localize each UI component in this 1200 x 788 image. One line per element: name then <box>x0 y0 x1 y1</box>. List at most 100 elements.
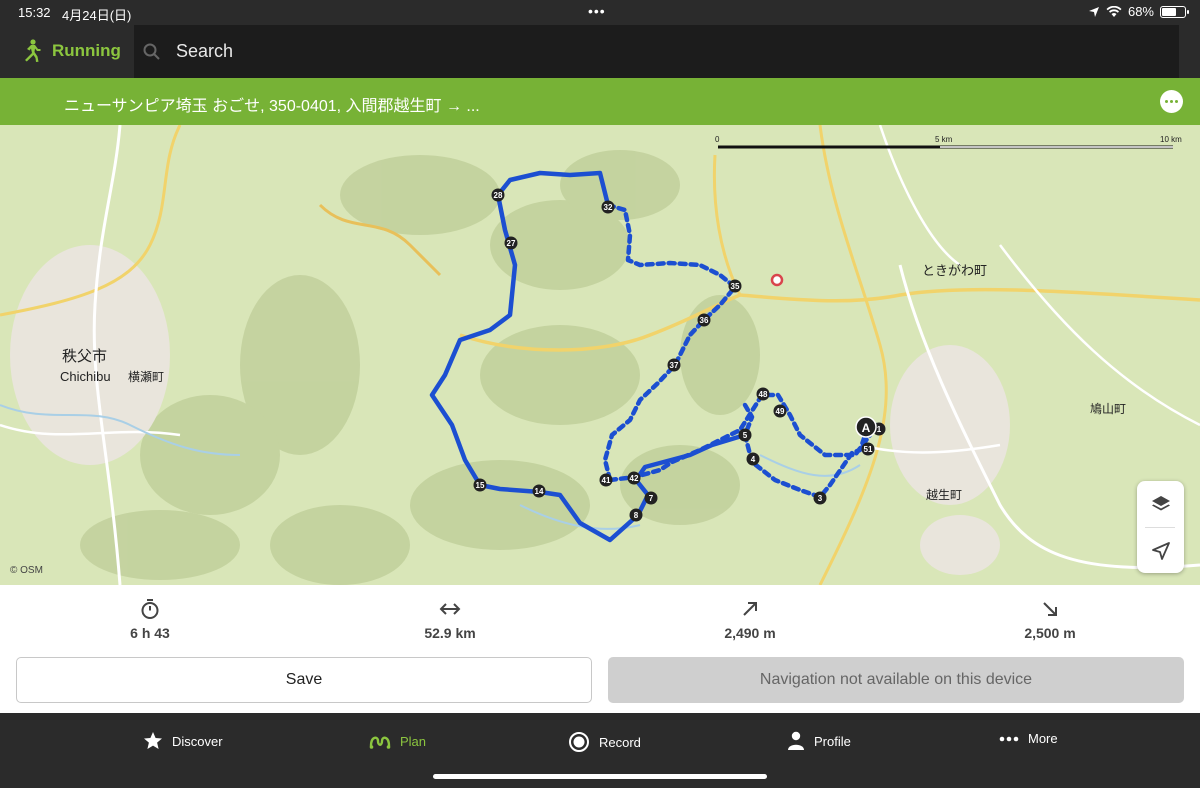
waypoint-49[interactable]: 49 <box>773 404 787 418</box>
stat-duration: 6 h 43 <box>0 597 300 641</box>
top-bar: Running <box>0 25 1200 78</box>
svg-text:3: 3 <box>818 494 823 503</box>
status-time: 15:32 <box>18 5 51 20</box>
status-indicators: 68% <box>1088 4 1189 19</box>
place-label-yokoze: 横瀬町 <box>128 370 164 384</box>
location-banner[interactable]: ニューサンピア埼玉 おごせ, 350-0401, 入間郡越生町 → ... <box>0 78 1200 125</box>
distance-arrows-icon <box>300 597 600 621</box>
ellipsis-icon <box>999 736 1019 741</box>
waypoint-4[interactable]: 4 <box>746 452 760 466</box>
start-marker-a[interactable]: A <box>855 416 877 438</box>
tab-profile[interactable]: Profile <box>787 731 851 751</box>
sport-selector[interactable]: Running <box>20 39 121 63</box>
runner-icon <box>25 39 41 62</box>
waypoint-7[interactable]: 7 <box>644 491 658 505</box>
waypoint-3[interactable]: 3 <box>813 491 827 505</box>
stat-ascent-value: 2,490 m <box>724 625 776 641</box>
waypoint-5[interactable]: 5 <box>738 428 752 442</box>
stat-ascent: 2,490 m <box>600 597 900 641</box>
battery-percent: 68% <box>1127 4 1154 19</box>
scale-max: 10 km <box>1160 135 1182 144</box>
tab-more-label: More <box>1028 731 1058 746</box>
svg-text:41: 41 <box>602 476 611 485</box>
layers-icon <box>1151 496 1170 511</box>
svg-text:1: 1 <box>877 425 882 434</box>
sport-label: Running <box>52 41 121 60</box>
svg-text:5: 5 <box>743 431 748 440</box>
tab-discover-label: Discover <box>172 733 223 749</box>
map-view[interactable]: 0 5 km 10 km 秩父市 Chichibu 横瀬町 ときがわ町 鳩山町 … <box>0 125 1200 585</box>
save-button[interactable]: Save <box>16 657 592 703</box>
waypoint-42[interactable]: 42 <box>627 471 641 485</box>
waypoint-36[interactable]: 36 <box>697 313 711 327</box>
battery-fill <box>1162 7 1177 16</box>
status-date: 4月24日(日) <box>62 8 132 23</box>
tab-record[interactable]: Record <box>568 731 641 753</box>
location-arrow-icon <box>1088 6 1099 17</box>
record-icon <box>569 732 589 752</box>
stat-descent-value: 2,500 m <box>1024 625 1076 641</box>
waypoint-27[interactable]: 27 <box>504 236 518 250</box>
poi-marker-icon[interactable] <box>770 273 784 287</box>
scale-zero: 0 <box>715 135 720 144</box>
scale-mid: 5 km <box>935 135 953 144</box>
tab-more[interactable]: More <box>999 731 1058 746</box>
locate-button[interactable] <box>1137 528 1184 574</box>
place-label-tokigawa: ときがわ町 <box>922 263 987 278</box>
svg-text:14: 14 <box>535 487 544 496</box>
svg-text:42: 42 <box>630 474 639 483</box>
layers-button[interactable] <box>1137 481 1184 527</box>
stat-duration-value: 6 h 43 <box>130 625 170 641</box>
waypoint-14[interactable]: 14 <box>532 484 546 498</box>
waypoint-15[interactable]: 15 <box>473 478 487 492</box>
wifi-icon <box>1106 5 1122 17</box>
waypoint-28[interactable]: 28 <box>491 188 505 202</box>
svg-text:28: 28 <box>494 191 503 200</box>
multitask-dots-icon[interactable]: ••• <box>588 3 606 19</box>
stat-distance: 52.9 km <box>300 597 600 641</box>
person-icon <box>788 731 804 750</box>
svg-text:15: 15 <box>476 481 485 490</box>
waypoint-37[interactable]: 37 <box>667 358 681 372</box>
more-options-icon[interactable] <box>1160 90 1183 113</box>
waypoint-51[interactable]: 51 <box>861 442 875 456</box>
waypoint-35[interactable]: 35 <box>728 279 742 293</box>
stopwatch-icon <box>0 597 300 621</box>
place-label-chichibu-ja: 秩父市 <box>62 348 107 365</box>
place-label-chichibu: Chichibu <box>60 369 111 384</box>
scale-bar: 0 5 km 10 km <box>715 135 1182 149</box>
tab-bar: Discover Plan Record Profile More <box>0 713 1200 788</box>
waypoint-32[interactable]: 32 <box>601 200 615 214</box>
search-box[interactable] <box>134 25 1179 78</box>
waypoint-8[interactable]: 8 <box>629 508 643 522</box>
svg-text:36: 36 <box>700 316 709 325</box>
svg-text:32: 32 <box>604 203 613 212</box>
svg-text:8: 8 <box>634 511 639 520</box>
svg-text:37: 37 <box>670 361 679 370</box>
map-canvas[interactable]: 0 5 km 10 km 秩父市 Chichibu 横瀬町 ときがわ町 鳩山町 … <box>0 125 1200 585</box>
tab-discover[interactable]: Discover <box>143 731 223 751</box>
waypoint-48[interactable]: 48 <box>756 387 770 401</box>
descent-arrow-icon <box>900 597 1200 621</box>
home-indicator[interactable] <box>433 774 767 779</box>
svg-text:27: 27 <box>507 239 516 248</box>
map-attribution[interactable]: © OSM <box>10 565 43 576</box>
route-summary-panel: 6 h 43 52.9 km 2,490 m 2,500 m Save Navi… <box>0 585 1200 713</box>
tab-profile-label: Profile <box>814 733 851 749</box>
navigation-button[interactable]: Navigation not available on this device <box>608 657 1184 703</box>
search-icon <box>143 43 160 60</box>
search-input[interactable] <box>176 41 1076 62</box>
tab-plan[interactable]: Plan <box>369 731 426 751</box>
svg-text:4: 4 <box>751 455 756 464</box>
place-label-ogose: 越生町 <box>926 488 962 502</box>
svg-text:51: 51 <box>864 445 873 454</box>
svg-text:A: A <box>862 421 871 435</box>
terrain <box>80 150 760 585</box>
svg-text:48: 48 <box>759 390 768 399</box>
app-screen: 15:32 4月24日(日) ••• 68% Running ニューサンピア埼玉… <box>0 0 1200 788</box>
stat-distance-value: 52.9 km <box>424 625 476 641</box>
waypoint-41[interactable]: 41 <box>599 473 613 487</box>
battery-icon <box>1160 5 1189 18</box>
location-arrow-icon <box>1151 542 1170 560</box>
svg-text:35: 35 <box>731 282 740 291</box>
